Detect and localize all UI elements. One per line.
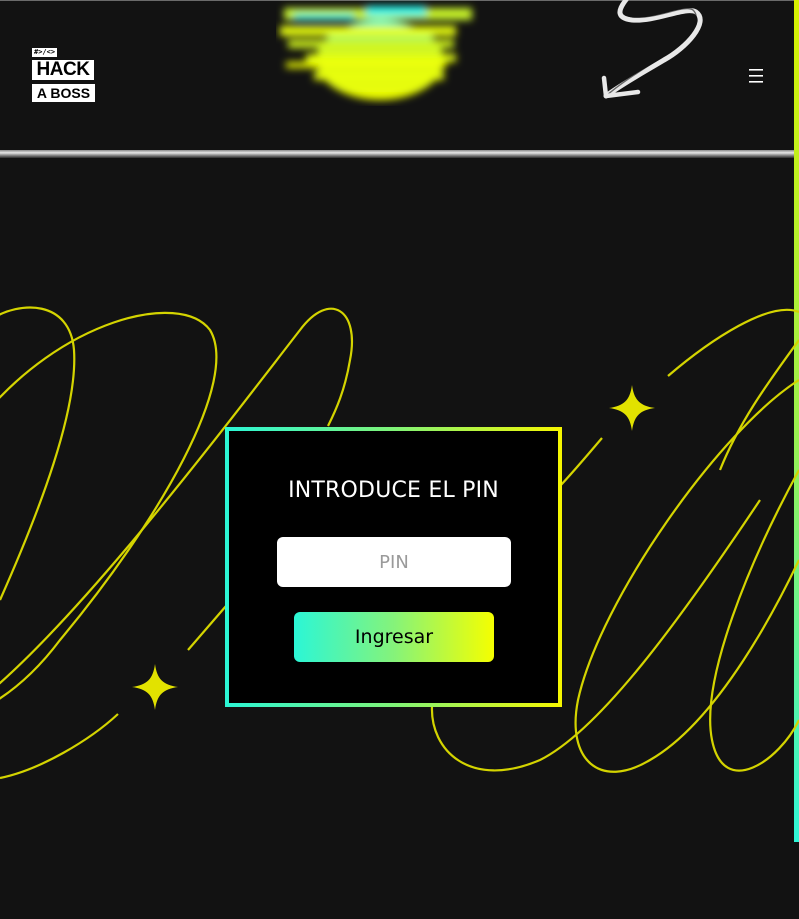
logo-line-a-boss: A BOSS: [32, 84, 95, 102]
hamburger-menu-button[interactable]: [742, 63, 770, 89]
logo-code-tag: #>/<>: [32, 48, 58, 57]
pin-input[interactable]: [277, 537, 511, 587]
pin-card-inner: INTRODUCE EL PIN Ingresar: [229, 431, 558, 703]
header-divider: [0, 150, 794, 158]
pin-login-card: INTRODUCE EL PIN Ingresar: [225, 427, 562, 707]
site-header: #>/<> HACK A BOSS: [0, 0, 799, 151]
logo-line-hack: HACK: [32, 60, 94, 80]
ingresar-button[interactable]: Ingresar: [294, 612, 494, 662]
scribble-arrow-graphic: [592, 0, 704, 104]
hack-a-boss-logo[interactable]: #>/<> HACK A BOSS: [32, 48, 96, 104]
page: #>/<> HACK A BOSS INTRODUCE EL PIN Ingre…: [0, 0, 799, 919]
glitch-blob-graphic: [276, 0, 480, 106]
pin-card-title: INTRODUCE EL PIN: [288, 478, 499, 503]
hamburger-menu-icon: [749, 69, 763, 83]
